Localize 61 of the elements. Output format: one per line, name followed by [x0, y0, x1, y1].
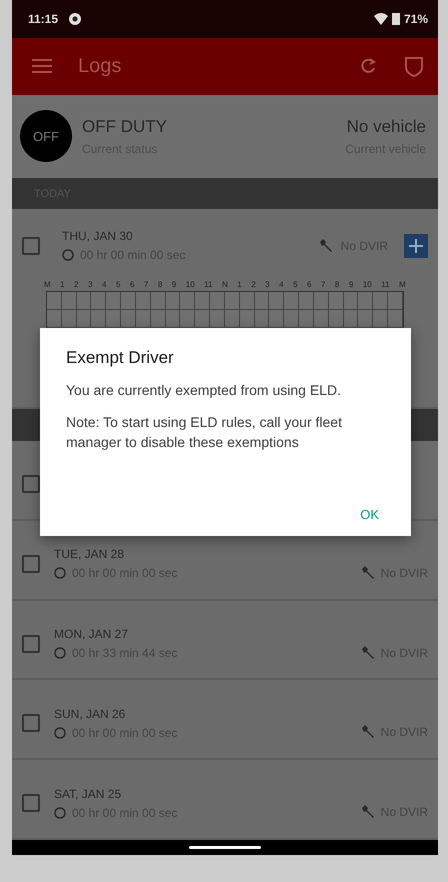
hour-label: 10 — [362, 280, 372, 290]
log-date: TUE, JAN 28 — [54, 547, 126, 562]
hour-label: M — [44, 280, 51, 290]
clock-icon — [54, 806, 66, 819]
hour-label: 10 — [186, 280, 195, 290]
hour-label: 4 — [102, 280, 106, 290]
wifi-icon — [374, 12, 388, 25]
clock-icon — [54, 567, 66, 580]
vehicle-name: No vehicle — [346, 116, 426, 137]
hour-label: 5 — [116, 280, 120, 290]
dialog-note: Note: To start using ELD rules, call your fleet manager to disable these exemptions — [66, 413, 343, 452]
dialog-message: You are currently exempted from using ELD. — [66, 381, 342, 400]
hour-label: 8 — [158, 280, 162, 290]
plus-icon — [409, 238, 423, 253]
hour-label: M — [399, 280, 406, 290]
home-indicator[interactable] — [189, 846, 261, 850]
hour-label: 6 — [130, 280, 134, 290]
hour-label: 2 — [251, 280, 256, 290]
clock-time: 11:15 — [28, 12, 58, 26]
clock-icon — [62, 249, 74, 262]
hour-label: 4 — [279, 280, 284, 290]
checkbox[interactable] — [22, 794, 40, 812]
hour-label: 2 — [74, 280, 79, 290]
checkbox[interactable] — [22, 714, 40, 732]
log-date: SUN, JAN 26 — [54, 706, 126, 721]
hour-label: 1 — [237, 280, 242, 290]
hour-label: 6 — [307, 280, 312, 290]
clock-icon — [54, 726, 66, 739]
shield-icon[interactable] — [404, 55, 424, 78]
duty-status: OFF DUTY — [82, 116, 167, 137]
wrench-icon — [360, 725, 375, 740]
app-bar-title: Logs — [78, 54, 122, 78]
hour-label: 7 — [144, 280, 148, 290]
log-date: SAT, JAN 25 — [54, 786, 122, 801]
add-button[interactable] — [404, 234, 428, 258]
checkbox[interactable] — [22, 236, 40, 255]
hour-label: 5 — [293, 280, 298, 290]
hour-label: 1 — [60, 280, 65, 290]
hour-label: 9 — [348, 280, 354, 290]
hour-label: 11 — [381, 280, 390, 290]
battery-percent: 71% — [404, 12, 428, 26]
wrench-icon — [318, 238, 333, 253]
dialog-title: Exempt Driver — [66, 348, 175, 368]
log-date: THU, JAN 30 — [62, 229, 134, 244]
checkbox[interactable] — [22, 554, 40, 573]
hour-label: 11 — [204, 280, 212, 290]
wrench-icon — [360, 566, 375, 580]
duty-badge: OFF — [20, 110, 72, 162]
notification-icon — [68, 12, 82, 26]
hour-label: 9 — [172, 280, 176, 290]
hour-label: 7 — [320, 280, 326, 290]
clock-icon — [54, 647, 66, 659]
wrench-icon — [360, 805, 375, 820]
hour-label: N — [222, 280, 228, 290]
menu-icon[interactable] — [32, 59, 52, 74]
wrench-icon — [360, 646, 375, 660]
hour-label: 8 — [334, 280, 340, 290]
log-date: MON, JAN 27 — [54, 627, 130, 641]
hour-label: 3 — [88, 280, 93, 290]
hour-label: 3 — [265, 280, 270, 290]
checkbox[interactable] — [22, 634, 40, 652]
